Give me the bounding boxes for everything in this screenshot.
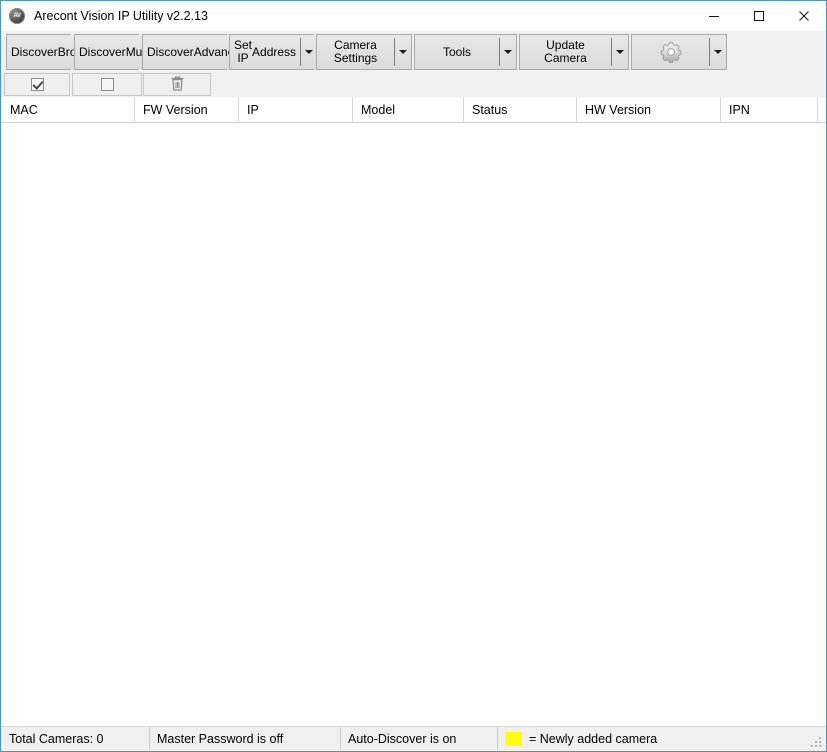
arecont-vision-logo-icon: [9, 8, 25, 24]
update-camera-button[interactable]: Update Camera: [519, 34, 629, 70]
set-ip-address-label: Set IP Address: [230, 35, 301, 69]
settings-dropdown-button[interactable]: [710, 35, 726, 69]
discover-broadcast-label-line1: Discover: [11, 44, 58, 59]
tools-label-line1: Tools: [442, 44, 471, 59]
main-toolbar: Discover Broadcast Discover Multicast Di…: [1, 31, 826, 73]
deselect-all-checkbox-button[interactable]: [72, 73, 142, 96]
checkbox-checked-icon: [30, 78, 44, 91]
minimize-button[interactable]: [691, 1, 736, 31]
settings-button[interactable]: [631, 34, 727, 70]
camera-settings-button[interactable]: Camera Settings: [316, 34, 412, 70]
set-ip-address-dropdown-button[interactable]: [301, 35, 318, 69]
resize-grip[interactable]: [810, 736, 823, 749]
camera-settings-dropdown-button[interactable]: [395, 35, 411, 69]
column-header-mac[interactable]: MAC: [2, 97, 135, 122]
column-header-spacer: [818, 97, 826, 122]
set-ip-address-button[interactable]: Set IP Address: [229, 34, 318, 70]
column-header-ip[interactable]: IP: [239, 97, 353, 122]
application-window: Arecont Vision IP Utility v2.2.13: [0, 0, 827, 752]
camera-settings-label: Camera Settings: [317, 35, 394, 69]
set-ip-address-label-line1: Set IP: [234, 38, 253, 65]
maximize-icon: [753, 10, 765, 22]
settings-icon-container: [632, 35, 709, 69]
chevron-down-icon: [616, 50, 624, 54]
delete-button[interactable]: [143, 73, 211, 96]
chevron-down-icon: [504, 50, 512, 54]
selection-toolbar: [1, 73, 826, 97]
tools-dropdown-button[interactable]: [500, 35, 516, 69]
tools-button[interactable]: Tools: [414, 34, 517, 70]
chevron-down-icon: [399, 50, 407, 54]
minimize-icon: [708, 10, 720, 22]
total-cameras-status: Total Cameras: 0: [2, 727, 150, 750]
window-controls: [691, 1, 826, 31]
select-all-checkbox-button[interactable]: [4, 73, 70, 96]
auto-discover-status: Auto-Discover is on: [341, 727, 498, 750]
update-camera-label-line1: Update Camera: [544, 38, 587, 65]
trash-icon: [170, 75, 185, 95]
newly-added-camera-legend: = Newly added camera: [498, 727, 826, 750]
column-header-hw-version[interactable]: HW Version: [577, 97, 721, 122]
gear-icon: [659, 40, 683, 64]
discover-multicast-button[interactable]: Discover Multicast: [74, 34, 178, 70]
camera-list-grid: MAC FW Version IP Model Status HW Versio…: [1, 97, 826, 726]
discover-advanced-button[interactable]: Discover Advanced: [142, 34, 269, 70]
chevron-down-icon: [305, 50, 314, 54]
column-header-model[interactable]: Model: [353, 97, 464, 122]
discover-multicast-label-line1: Discover: [79, 44, 126, 59]
checkbox-empty-icon: [100, 78, 114, 91]
close-button[interactable]: [781, 1, 826, 31]
grid-header-row: MAC FW Version IP Model Status HW Versio…: [1, 97, 826, 123]
newly-added-camera-legend-label: = Newly added camera: [529, 731, 658, 746]
camera-settings-label-line1: Camera Settings: [333, 38, 378, 65]
update-camera-label: Update Camera: [520, 35, 611, 69]
chevron-down-icon: [714, 50, 722, 54]
discover-advanced-label-line1: Discover: [147, 44, 194, 59]
column-header-fw-version[interactable]: FW Version: [135, 97, 239, 122]
discover-broadcast-button[interactable]: Discover Broadcast: [6, 34, 116, 70]
column-header-status[interactable]: Status: [464, 97, 577, 122]
master-password-status: Master Password is off: [150, 727, 341, 750]
status-bar: Total Cameras: 0 Master Password is off …: [1, 726, 826, 751]
close-icon: [798, 10, 810, 22]
tools-label: Tools: [415, 35, 499, 69]
column-header-ipn[interactable]: IPN: [721, 97, 818, 122]
newly-added-camera-swatch: [505, 731, 522, 746]
set-ip-address-label-line2: Address: [252, 44, 297, 59]
update-camera-dropdown-button[interactable]: [612, 35, 628, 69]
window-title: Arecont Vision IP Utility v2.2.13: [34, 9, 208, 23]
maximize-button[interactable]: [736, 1, 781, 31]
grid-rows-container[interactable]: [1, 123, 826, 726]
title-bar: Arecont Vision IP Utility v2.2.13: [1, 1, 826, 31]
